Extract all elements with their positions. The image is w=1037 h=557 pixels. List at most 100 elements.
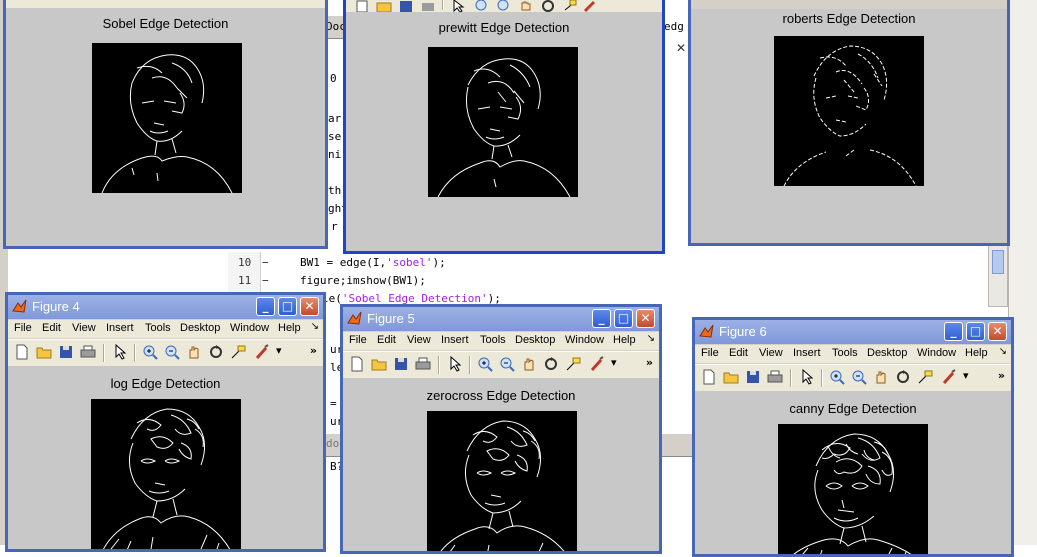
menu-help[interactable]: Help	[278, 322, 301, 334]
zoom-in-icon[interactable]	[477, 356, 493, 372]
menu-more-icon[interactable]: ↘	[311, 321, 319, 332]
code-line-11[interactable]: figure;imshow(BW1);	[300, 274, 426, 287]
menu-desktop[interactable]: Desktop	[180, 322, 220, 334]
save-icon[interactable]	[745, 369, 761, 385]
menu-help[interactable]: Help	[965, 347, 988, 359]
toolbar-more-icon[interactable]: »	[646, 356, 653, 369]
edge-image-axes[interactable]	[427, 411, 577, 551]
print-icon[interactable]	[80, 344, 96, 360]
open-folder-icon[interactable]	[723, 369, 739, 385]
zoom-in-icon[interactable]	[142, 344, 158, 360]
edge-image-axes[interactable]	[91, 399, 241, 549]
breakpoint-marker[interactable]: −	[262, 274, 269, 287]
editor-tab-fragment[interactable]: edg	[664, 20, 684, 33]
matlab-logo-icon	[699, 324, 714, 338]
brush-icon[interactable]	[254, 344, 270, 360]
pointer-icon[interactable]	[112, 344, 128, 360]
menu-window[interactable]: Window	[565, 334, 604, 346]
edge-image-axes[interactable]	[92, 43, 242, 193]
menu-view[interactable]: View	[759, 347, 783, 359]
pointer-icon[interactable]	[799, 369, 815, 385]
pan-hand-icon[interactable]	[186, 344, 202, 360]
close-icon[interactable]: ✕	[676, 41, 686, 55]
close-button[interactable]: ✕	[988, 322, 1007, 341]
minimize-button[interactable]: _	[592, 309, 611, 328]
menu-tools[interactable]: Tools	[145, 322, 171, 334]
save-icon[interactable]	[58, 344, 74, 360]
print-icon[interactable]	[767, 369, 783, 385]
edge-image-prewitt	[437, 58, 571, 197]
toolbar-more-icon[interactable]: »	[998, 369, 1005, 382]
editor-scroll-thumb[interactable]	[992, 250, 1004, 274]
zoom-out-icon[interactable]	[499, 356, 515, 372]
data-cursor-icon[interactable]	[230, 344, 246, 360]
menu-more-icon[interactable]: ↘	[999, 346, 1007, 357]
menu-file[interactable]: File	[14, 322, 32, 334]
menu-help[interactable]: Help	[613, 334, 636, 346]
rotate-3d-icon[interactable]	[543, 356, 559, 372]
menu-view[interactable]: View	[407, 334, 431, 346]
maximize-button[interactable]: □	[614, 309, 633, 328]
menu-window[interactable]: Window	[917, 347, 956, 359]
menu-insert[interactable]: Insert	[106, 322, 134, 334]
edge-image-axes[interactable]	[428, 47, 578, 197]
edge-image-axes[interactable]	[774, 36, 924, 186]
maximize-button[interactable]: □	[278, 297, 297, 316]
zoom-out-icon[interactable]	[851, 369, 867, 385]
new-file-icon[interactable]	[349, 356, 365, 372]
menu-tools[interactable]: Tools	[480, 334, 506, 346]
menu-view[interactable]: View	[72, 322, 96, 334]
new-file-icon[interactable]	[701, 369, 717, 385]
figure-window-prewitt[interactable]: prewitt Edge Detection	[343, 0, 665, 254]
dropdown-arrow-icon[interactable]: ▾	[611, 356, 617, 369]
maximize-button[interactable]: □	[966, 322, 985, 341]
close-button[interactable]: ✕	[300, 297, 319, 316]
zoom-out-icon[interactable]	[164, 344, 180, 360]
menu-file[interactable]: File	[701, 347, 719, 359]
breakpoint-marker[interactable]: −	[262, 256, 269, 269]
rotate-3d-icon[interactable]	[208, 344, 224, 360]
editor-tab-fragment[interactable]: do	[326, 437, 339, 450]
minimize-button[interactable]: _	[944, 322, 963, 341]
figure-window-4[interactable]: Figure 4 _ □ ✕ File Edit View Insert Too…	[5, 292, 326, 552]
menu-file[interactable]: File	[349, 334, 367, 346]
menu-edit[interactable]: Edit	[377, 334, 396, 346]
data-cursor-icon[interactable]	[917, 369, 933, 385]
menu-insert[interactable]: Insert	[793, 347, 821, 359]
figure-window-sobel[interactable]: Sobel Edge Detection	[3, 0, 328, 249]
menu-insert[interactable]: Insert	[441, 334, 469, 346]
figure-window-6[interactable]: Figure 6 _ □ ✕ File Edit View Insert Too…	[692, 317, 1014, 557]
menu-edit[interactable]: Edit	[42, 322, 61, 334]
save-icon[interactable]	[393, 356, 409, 372]
print-icon[interactable]	[415, 356, 431, 372]
edge-image-axes[interactable]	[778, 424, 928, 554]
data-cursor-icon[interactable]	[565, 356, 581, 372]
open-folder-icon[interactable]	[371, 356, 387, 372]
menu-tools[interactable]: Tools	[832, 347, 858, 359]
menu-desktop[interactable]: Desktop	[867, 347, 907, 359]
title-bar[interactable]: Figure 4 _ □ ✕	[8, 295, 323, 319]
menu-more-icon[interactable]: ↘	[647, 333, 655, 344]
title-bar[interactable]: Figure 6 _ □ ✕	[695, 320, 1011, 344]
toolbar-more-icon[interactable]: »	[310, 344, 317, 357]
rotate-3d-icon[interactable]	[895, 369, 911, 385]
figure-window-5[interactable]: Figure 5 _ □ ✕ File Edit View Insert Too…	[340, 304, 662, 554]
code-line-10[interactable]: BW1 = edge(I,'sobel');	[300, 256, 446, 269]
brush-icon[interactable]	[589, 356, 605, 372]
pan-hand-icon[interactable]	[521, 356, 537, 372]
dropdown-arrow-icon[interactable]: ▾	[276, 344, 282, 357]
close-button[interactable]: ✕	[636, 309, 655, 328]
title-bar[interactable]: Figure 5 _ □ ✕	[343, 307, 659, 331]
minimize-button[interactable]: _	[256, 297, 275, 316]
brush-icon[interactable]	[941, 369, 957, 385]
figure-window-roberts[interactable]: roberts Edge Detection	[688, 0, 1010, 246]
pan-hand-icon[interactable]	[873, 369, 889, 385]
open-folder-icon[interactable]	[36, 344, 52, 360]
menu-desktop[interactable]: Desktop	[515, 334, 555, 346]
dropdown-arrow-icon[interactable]: ▾	[963, 369, 969, 382]
new-file-icon[interactable]	[14, 344, 30, 360]
zoom-in-icon[interactable]	[829, 369, 845, 385]
menu-edit[interactable]: Edit	[729, 347, 748, 359]
menu-window[interactable]: Window	[230, 322, 269, 334]
pointer-icon[interactable]	[447, 356, 463, 372]
